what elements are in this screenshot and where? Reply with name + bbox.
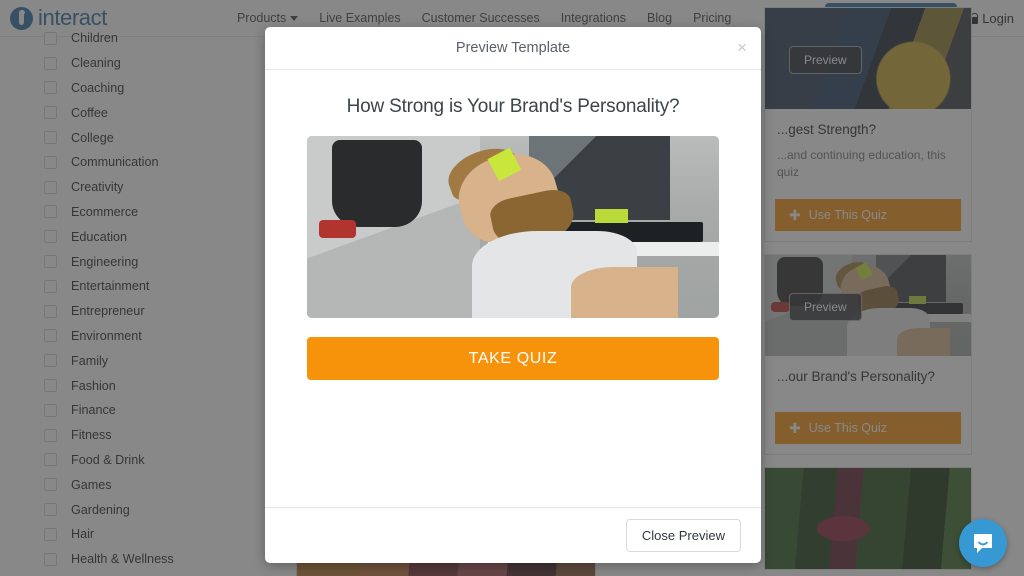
modal-header: Preview Template × [265,27,761,70]
chat-bubble-icon[interactable] [959,519,1007,567]
quiz-cover-image [307,136,719,318]
quiz-title: How Strong is Your Brand's Personality? [346,96,680,117]
bearded-man-photo [307,136,719,318]
close-preview-button[interactable]: Close Preview [625,519,741,552]
modal-footer: Close Preview [265,507,761,563]
close-icon[interactable]: × [737,39,747,56]
take-quiz-button[interactable]: TAKE QUIZ [307,337,719,380]
chat-bubble-glyph [974,534,992,553]
modal-body: How Strong is Your Brand's Personality? … [265,70,761,507]
modal-title: Preview Template [455,40,571,56]
preview-template-modal: Preview Template × How Strong is Your Br… [265,27,761,563]
screen: interact Products Live Examples Customer… [0,0,1024,576]
